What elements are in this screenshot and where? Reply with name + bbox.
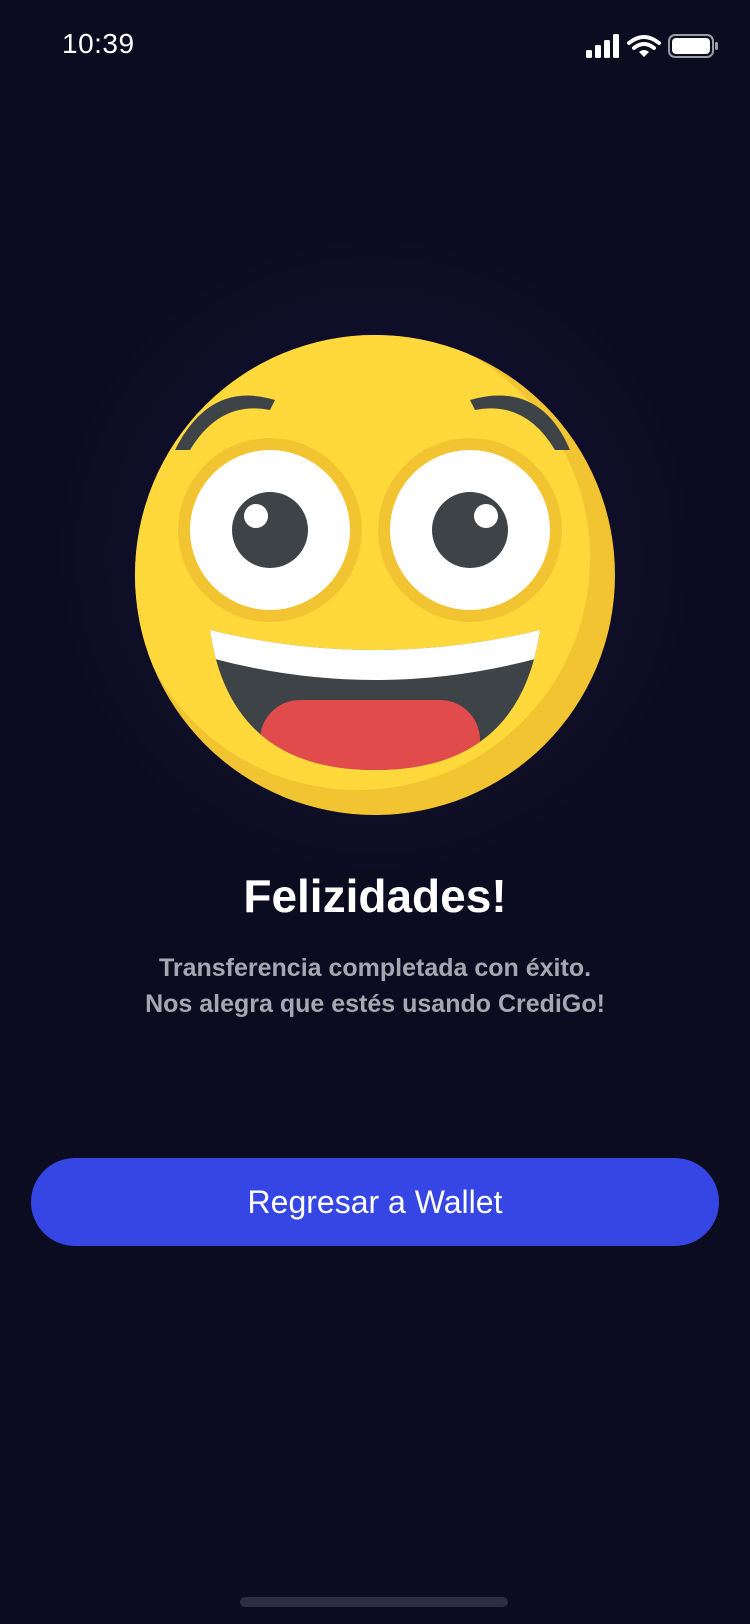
success-title: Felizidades! — [243, 870, 507, 922]
happy-emoji-svg — [135, 335, 615, 815]
home-indicator[interactable] — [240, 1597, 508, 1607]
right-pupil-highlight — [474, 504, 498, 528]
status-time: 10:39 — [62, 28, 135, 59]
back-to-wallet-button[interactable]: Regresar a Wallet — [31, 1158, 719, 1246]
left-pupil-highlight — [244, 504, 268, 528]
left-pupil — [232, 492, 308, 568]
success-message-line-1: Transferencia completada con éxito. — [158, 954, 592, 982]
wifi-icon — [627, 35, 661, 57]
signal-icon — [586, 34, 619, 58]
battery-icon — [668, 34, 718, 58]
success-message-line-2: Nos alegra que estés usando CrediGo! — [145, 990, 605, 1018]
status-icons — [586, 32, 720, 62]
right-pupil — [432, 492, 508, 568]
happy-emoji-icon — [130, 330, 620, 820]
status-icons-svg — [586, 34, 718, 58]
status-bar: 10:39 — [0, 0, 750, 92]
